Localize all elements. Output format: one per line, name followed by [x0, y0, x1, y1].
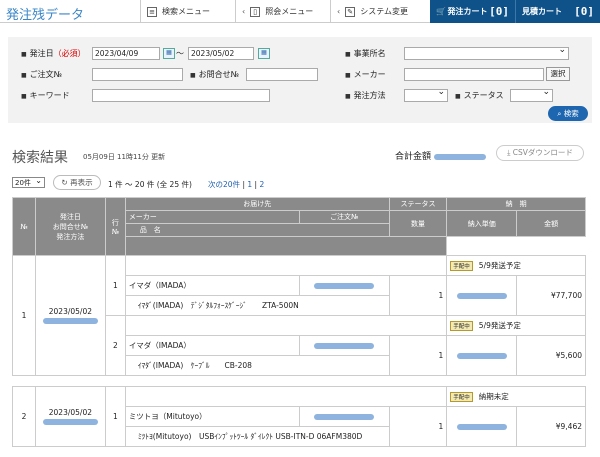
inquiry-menu[interactable]: ‹ ▯ 照会メニュー — [235, 0, 330, 23]
redacted-unit-price — [456, 424, 507, 430]
csv-download-button[interactable]: ⤓ CSVダウンロード — [496, 145, 584, 161]
order-cart-button[interactable]: 🛒 発注カート [0] — [430, 0, 515, 23]
search-button[interactable]: ⌕ 検索 — [548, 106, 588, 121]
quote-cart-button[interactable]: 見積カート [0] — [515, 0, 600, 23]
calendar-icon[interactable]: ▦ — [163, 48, 175, 59]
redacted-inquiry-no — [42, 317, 98, 324]
total-amount: 合計金額 — [395, 149, 486, 162]
maker-cell: ミツトヨ（Mitutoyo） — [124, 406, 300, 427]
business-label: 事業所名 — [345, 48, 386, 59]
header-product: 品 名 — [124, 223, 390, 237]
results-title: 検索結果 — [12, 150, 68, 166]
book-icon: ▯ — [250, 6, 261, 17]
due-cell: 手配中 5/9発送予定 — [446, 255, 586, 276]
calendar-icon[interactable]: ▦ — [258, 48, 270, 59]
status-label: ステータス — [455, 90, 504, 101]
redacted-unit-price — [456, 353, 507, 359]
order-no-input[interactable] — [92, 68, 183, 81]
method-label: 発注方法 — [345, 90, 386, 101]
keyword-label: キーワード — [21, 90, 70, 101]
date-to-input[interactable]: 2023/05/02 — [188, 47, 254, 60]
method-select[interactable] — [404, 87, 448, 102]
redacted-order-no — [314, 283, 375, 289]
order-no-label: ご注文№ — [21, 69, 62, 80]
maker-cell: イマダ（IMADA） — [124, 275, 300, 296]
date-from-input[interactable]: 2023/04/09 — [92, 47, 160, 60]
system-menu[interactable]: ‹ ✎ システム変更 — [330, 0, 430, 23]
result-range: 1 件 ～ 20 件 (全 25 件) — [108, 180, 192, 189]
redacted-inquiry-no — [42, 418, 98, 425]
search-menu[interactable]: ≡ 検索メニュー — [140, 0, 235, 23]
top-bar: 発注残データ ≡ 検索メニュー ‹ ▯ 照会メニュー ‹ ✎ システム変更 🛒 … — [0, 0, 600, 23]
pagination: 次の20件 | 1 | 2 — [208, 180, 265, 189]
header-no: № — [12, 197, 36, 256]
status-badge: 手配中 — [450, 261, 473, 271]
inquiry-no-label: お問合せ№ — [190, 69, 239, 80]
search-panel: 発注日（必須） 2023/04/09 ▦ ～ .lbl[data-name="d… — [8, 37, 592, 123]
due-cell: 手配中 納期未定 — [446, 386, 586, 407]
order-date-cell: 2023/05/02 — [34, 386, 106, 447]
reload-button[interactable]: ↻ 再表示 — [53, 175, 101, 190]
redacted-order-no — [314, 414, 375, 420]
status-badge: 手配中 — [450, 321, 473, 331]
product-cell: ｲﾏﾀﾞ(IMADA) ｹｰﾌﾞﾙ CB-208 — [124, 355, 390, 376]
order-date-label: 発注日（必須） — [21, 48, 86, 59]
maker-input[interactable] — [404, 68, 544, 81]
table-row[interactable]: 1 2023/05/02 1 手配中 5/9発送予定 — [12, 255, 586, 376]
header-due: 納 期 — [446, 197, 586, 211]
header-line-no: 行№ — [104, 197, 126, 256]
search-icon: ⌕ — [557, 109, 564, 118]
chevron-left-icon: ‹ — [242, 7, 246, 16]
header-order-no: ご注文№ — [298, 210, 390, 224]
business-select[interactable] — [404, 45, 569, 60]
refresh-icon: ↻ — [61, 178, 71, 187]
header-amount: 金額 — [516, 210, 586, 237]
due-cell: 手配中 5/9発送予定 — [446, 315, 586, 336]
page-link-2[interactable]: 2 — [259, 180, 264, 189]
header-qty: 数量 — [388, 210, 448, 237]
product-cell: ｲﾏﾀﾞ(IMADA) ﾃﾞｼﾞﾀﾙﾌｫｰｽｹﾞｰｼﾞ ZTA-500N — [124, 295, 390, 316]
cart-icon: 🛒 — [436, 7, 446, 16]
date-tilde: ～ — [176, 49, 184, 58]
redacted-unit-price — [456, 293, 507, 299]
maker-label: メーカー — [345, 69, 386, 80]
table-row[interactable]: 2 2023/05/02 1 手配中 納期未定 — [12, 386, 586, 447]
maker-cell: イマダ（IMADA） — [124, 335, 300, 356]
page-link-1[interactable]: 1 — [247, 180, 252, 189]
keyword-input[interactable] — [92, 89, 270, 102]
order-date-cell: 2023/05/02 — [34, 255, 106, 376]
results-updated: 05月09日 11時11分 更新 — [83, 153, 166, 161]
chevron-down-icon: ⌄ — [35, 176, 42, 185]
header-order-date: 発注日 お問合せ№ 発注方法 — [34, 197, 106, 256]
status-select[interactable] — [510, 87, 553, 102]
redacted-order-no — [314, 343, 375, 349]
maker-select-button[interactable]: 選択 — [546, 67, 570, 81]
header-delivery: お届け先 — [124, 197, 390, 211]
chevron-left-icon: ‹ — [337, 7, 341, 16]
inquiry-no-input[interactable] — [246, 68, 318, 81]
page-title: 発注残データ — [6, 8, 85, 23]
results-table: № 発注日 お問合せ№ 発注方法 行№ お届け先 ステータス 納 期 メーカー ご注… — [12, 197, 586, 447]
product-cell: ﾐﾂﾄﾖ(Mitutoyo) USBｲﾝﾌﾟｯﾄﾂｰﾙ ﾀﾞｲﾚｸﾄ USB-I… — [124, 426, 390, 447]
redacted-total — [433, 153, 486, 160]
header-status: ステータス — [388, 197, 448, 211]
per-page-select[interactable]: 20件 ⌄ — [12, 176, 45, 188]
header-unit-price: 納入単価 — [446, 210, 518, 237]
document-icon: ≡ — [147, 6, 157, 17]
next-page-link[interactable]: 次の20件 — [208, 180, 240, 189]
header-maker: メーカー — [124, 210, 300, 224]
status-badge: 手配中 — [450, 392, 473, 402]
pencil-icon: ✎ — [345, 6, 356, 17]
